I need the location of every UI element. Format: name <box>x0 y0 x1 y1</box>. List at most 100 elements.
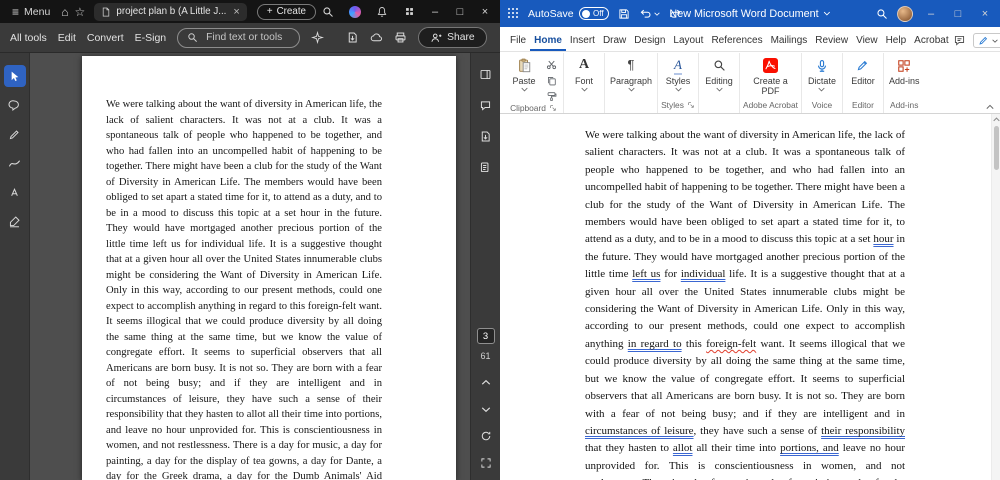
addins-button[interactable]: Add-ins <box>887 53 922 86</box>
rotate-page-button[interactable] <box>477 427 495 445</box>
ribbon-tab-draw[interactable]: Draw <box>599 30 630 51</box>
acrobat-close-button[interactable]: × <box>476 2 494 21</box>
convert-button[interactable]: Convert <box>87 32 124 44</box>
create-button[interactable]: + Create <box>256 3 316 20</box>
comment-tool[interactable] <box>4 94 26 116</box>
export-pdf-button[interactable] <box>346 29 359 47</box>
thumbnails-panel-button[interactable] <box>477 158 495 176</box>
next-page-button[interactable] <box>477 400 495 418</box>
export-panel-button[interactable] <box>477 127 495 145</box>
ai-assistant-button[interactable] <box>345 2 365 21</box>
highlight-tool[interactable] <box>4 123 26 145</box>
esign-button[interactable]: E-Sign <box>135 32 167 44</box>
favorites-button[interactable]: ☆ <box>73 2 86 21</box>
ribbon-tab-review[interactable]: Review <box>811 30 852 51</box>
create-pdf-button[interactable]: Create a PDF <box>747 53 793 97</box>
apps-button[interactable] <box>399 2 419 21</box>
ribbon-tab-view[interactable]: View <box>852 30 882 51</box>
pencil-icon <box>979 36 987 45</box>
find-tools-search[interactable] <box>177 27 301 48</box>
word-close-button[interactable]: × <box>976 4 994 23</box>
editing-button[interactable]: Editing <box>702 53 736 92</box>
save-button[interactable] <box>618 8 630 20</box>
chevron-down-icon <box>627 88 635 92</box>
current-page-field[interactable]: 3 <box>476 328 495 344</box>
sparkle-icon <box>311 31 325 44</box>
sign-tool[interactable] <box>4 210 26 232</box>
copy-button[interactable] <box>542 74 560 87</box>
editing-mode-button[interactable] <box>972 33 1000 48</box>
ai-assistant-toolbar-button[interactable] <box>311 29 325 47</box>
document-title-button[interactable]: New Microsoft Word Document <box>669 8 831 20</box>
pdf-canvas[interactable]: We were talking about the want of divers… <box>30 53 470 480</box>
paste-button[interactable]: Paste <box>507 53 541 92</box>
word-scrollbar[interactable] <box>991 114 1000 480</box>
word-search-button[interactable] <box>876 8 888 20</box>
dictate-button[interactable]: Dictate <box>805 53 839 92</box>
text-a-icon <box>11 187 18 196</box>
edit-button[interactable]: Edit <box>58 32 76 44</box>
fit-screen-button[interactable] <box>477 454 495 472</box>
word-document-canvas[interactable]: We were talking about the want of divers… <box>500 114 1000 480</box>
word-minimize-button[interactable]: – <box>922 4 940 23</box>
styles-button[interactable]: A Styles <box>661 53 695 92</box>
ribbon-tab-file[interactable]: File <box>506 30 530 51</box>
tab-close-icon[interactable]: × <box>231 6 239 18</box>
pencil-icon <box>9 129 19 139</box>
undo-button[interactable] <box>639 7 660 20</box>
minimize-icon: – <box>431 5 439 18</box>
notifications-button[interactable] <box>372 2 392 21</box>
ribbon-tab-layout[interactable]: Layout <box>669 30 707 51</box>
print-button[interactable] <box>394 29 407 47</box>
editor-caption-label: Editor <box>852 100 874 110</box>
document-tab[interactable]: project plan b (A Little J... × <box>94 2 247 21</box>
ribbon-tab-home[interactable]: Home <box>530 30 566 51</box>
autosave-control[interactable]: AutoSave Off <box>528 7 609 20</box>
pdf-page[interactable]: We were talking about the want of divers… <box>82 56 456 480</box>
acrobat-maximize-button[interactable]: □ <box>451 2 469 21</box>
cloud-upload-button[interactable] <box>370 29 383 47</box>
acrobat-right-rail: 3 61 <box>470 53 500 480</box>
ribbon-tab-help[interactable]: Help <box>882 30 911 51</box>
ribbon-tab-mailings[interactable]: Mailings <box>767 30 812 51</box>
ribbon-tab-insert[interactable]: Insert <box>566 30 599 51</box>
word-maximize-button[interactable]: □ <box>949 4 967 23</box>
ribbon-tab-acrobat[interactable]: Acrobat <box>910 30 952 51</box>
add-text-tool[interactable] <box>4 181 26 203</box>
search-button[interactable] <box>318 2 338 21</box>
cut-button[interactable] <box>542 58 560 71</box>
scroll-up-icon[interactable] <box>992 117 1000 122</box>
editor-group: Editor Editor <box>841 53 883 113</box>
previous-page-button[interactable] <box>477 373 495 391</box>
editor-label: Editor <box>851 76 875 86</box>
acrobat-menu-button[interactable]: ≡ Menu <box>6 6 56 18</box>
comments-panel-button[interactable] <box>477 96 495 114</box>
select-tool[interactable] <box>3 65 26 87</box>
share-label: Share <box>447 32 475 43</box>
dialog-launcher-icon[interactable] <box>687 101 695 109</box>
all-tools-button[interactable]: All tools <box>10 32 47 44</box>
panels-button[interactable] <box>477 65 495 83</box>
editor-button[interactable]: Editor <box>846 53 880 86</box>
microphone-icon <box>815 56 829 75</box>
font-button[interactable]: A Font <box>567 53 601 92</box>
pdf-file-icon <box>101 6 111 18</box>
draw-tool[interactable] <box>4 152 26 174</box>
comments-button[interactable] <box>953 34 966 47</box>
autosave-toggle[interactable]: Off <box>578 7 609 20</box>
ribbon-tab-design[interactable]: Design <box>630 30 669 51</box>
app-launcher-button[interactable] <box>508 8 519 19</box>
user-avatar[interactable] <box>897 5 913 22</box>
home-button[interactable]: ⌂ <box>58 2 71 21</box>
ribbon-tab-references[interactable]: References <box>707 30 766 51</box>
collapse-ribbon-button[interactable] <box>986 104 994 110</box>
acrobat-minimize-button[interactable]: – <box>426 2 444 21</box>
share-button[interactable]: Share <box>418 27 487 48</box>
star-icon: ☆ <box>74 4 86 19</box>
dialog-launcher-icon[interactable] <box>549 104 557 112</box>
search-input[interactable] <box>204 31 291 44</box>
format-painter-button[interactable] <box>542 90 560 103</box>
word-document-text[interactable]: We were talking about the want of divers… <box>585 127 905 480</box>
paragraph-button[interactable]: ¶ Paragraph <box>608 53 654 92</box>
scrollbar-thumb[interactable] <box>993 126 999 170</box>
